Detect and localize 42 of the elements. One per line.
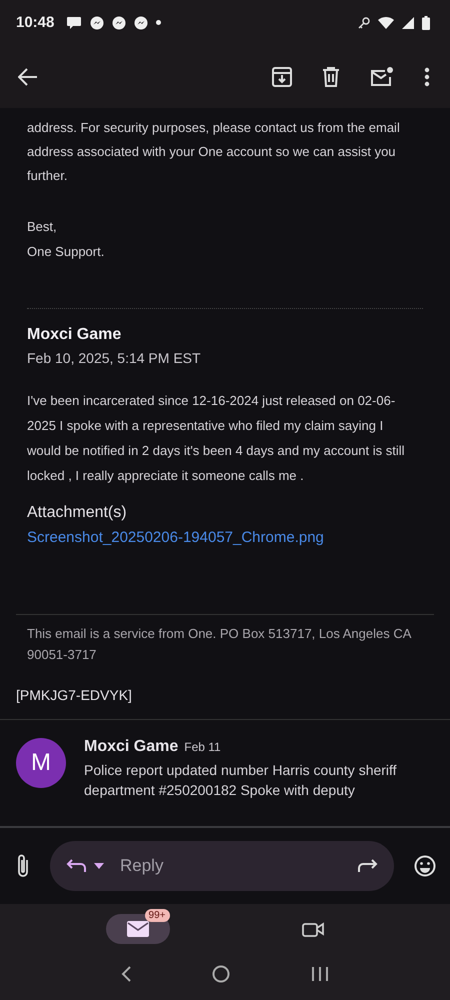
message-snippet: Police report updated number Harris county sheriff department #250200182 Spoke with deputy	[84, 761, 398, 800]
home-icon[interactable]	[212, 965, 230, 983]
video-camera-icon	[302, 921, 324, 937]
email-body-text: I've been incarcerated since 12-16-2024 just released on 02-06-2025 I spoke with a representative who filed my claim saying I would be notified in 2 days it's been 4 days and my account is still locked , I really appreciate it someone calls me .	[27, 392, 406, 485]
attachment-link[interactable]: Screenshot_20250206-194057_Chrome.png	[27, 524, 423, 552]
reply-field[interactable]: Reply	[118, 855, 350, 877]
paperclip-icon[interactable]	[16, 854, 30, 878]
wifi-icon	[378, 16, 394, 29]
messenger-icon	[134, 16, 148, 30]
attachments-heading: Attachment(s)	[27, 503, 128, 523]
email-body-text: address. For security purposes, please contact us from the email address associated with your One account so we can assist you further.	[27, 119, 401, 185]
recent-apps-icon[interactable]	[311, 966, 330, 982]
more-options-icon[interactable]	[424, 66, 430, 86]
battery-icon	[422, 16, 430, 30]
signature-line: One Support.	[27, 243, 106, 261]
signature-line: Best,	[27, 218, 58, 236]
sender-name: Moxci Game	[84, 738, 178, 756]
signal-icon	[402, 16, 414, 28]
reply-bar[interactable]: Reply	[50, 841, 394, 891]
back-icon[interactable]	[120, 966, 131, 982]
message-date: Feb 11	[184, 740, 221, 754]
messenger-icon	[112, 16, 126, 30]
archive-icon[interactable]	[272, 66, 292, 86]
dot-icon	[156, 20, 162, 25]
back-arrow-icon[interactable]	[18, 68, 38, 86]
reference-code: [PMKJG7-EDVYK]	[16, 686, 133, 705]
avatar: M	[16, 738, 66, 788]
clock: 10:48	[16, 14, 54, 31]
reply-icon[interactable]	[66, 859, 86, 873]
sender-name: Moxci Game	[27, 325, 122, 345]
forward-icon[interactable]	[358, 859, 378, 873]
key-icon	[358, 16, 370, 28]
trash-icon[interactable]	[322, 66, 340, 86]
mark-unread-icon[interactable]	[370, 66, 394, 86]
unread-count-badge: 99+	[144, 909, 170, 922]
email-footer-text: This email is a service from One. PO Box 513717, Los Angeles CA 90051-3717	[27, 625, 412, 664]
messenger-icon	[90, 16, 104, 30]
mail-icon	[126, 921, 148, 937]
emoji-icon[interactable]	[414, 855, 436, 877]
caret-icon[interactable]	[94, 863, 104, 869]
message-date: Feb 10, 2025, 5:14 PM EST	[27, 349, 202, 368]
chat-bubble-icon	[66, 16, 82, 30]
